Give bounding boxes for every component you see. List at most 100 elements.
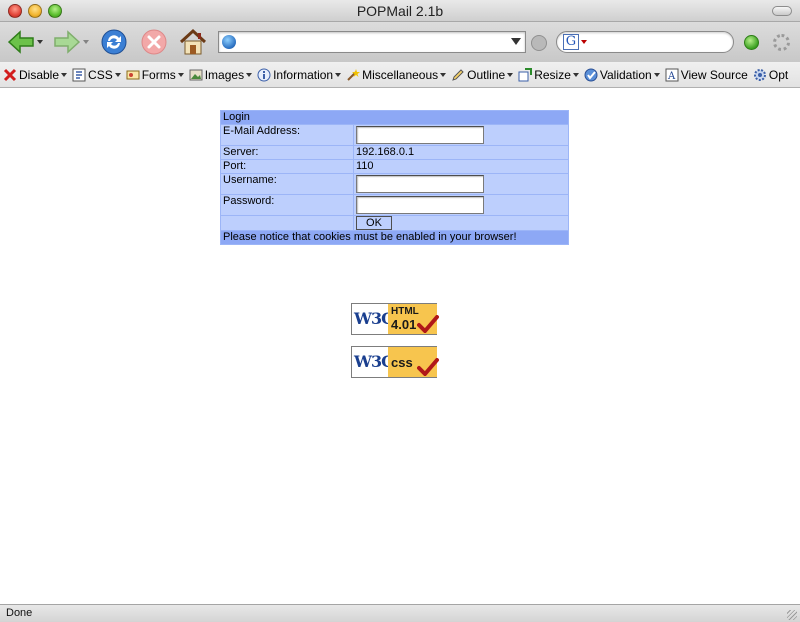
chevron-down-icon: [653, 72, 660, 77]
devbar-item-label: Images: [204, 67, 245, 82]
stop-icon: [141, 29, 167, 55]
navigation-toolbar: G: [0, 22, 800, 62]
email-field[interactable]: [356, 126, 484, 144]
google-icon[interactable]: G: [563, 34, 579, 50]
title-bar: POPMail 2.1b: [0, 0, 800, 22]
ok-button[interactable]: OK: [356, 216, 392, 230]
devbar-item-label: View Source: [680, 67, 748, 82]
back-icon: [7, 30, 34, 54]
status-text: Done: [6, 607, 33, 619]
devbar-item-forms[interactable]: Forms: [126, 68, 184, 82]
page-content: Login E-Mail Address: Server: 192.168.0.…: [0, 88, 800, 604]
url-history-dropdown-icon[interactable]: [511, 38, 521, 45]
reload-icon: [101, 29, 127, 55]
reload-button[interactable]: [98, 26, 130, 58]
css-badge-tag: css: [388, 347, 439, 377]
devbar-item-view-source[interactable]: A View Source: [665, 68, 748, 82]
outline-icon: [451, 68, 465, 82]
chevron-down-icon: [61, 72, 68, 77]
devbar-item-label: Resize: [534, 67, 571, 82]
view-source-icon: A: [665, 68, 679, 82]
checkmark-icon: [417, 358, 439, 376]
devbar-item-label: Validation: [599, 67, 652, 82]
options-icon: [753, 68, 767, 82]
status-bar: Done: [0, 604, 800, 622]
html-badge-line1: HTML: [391, 306, 419, 317]
login-form: Login E-Mail Address: Server: 192.168.0.…: [220, 110, 569, 245]
username-field[interactable]: [356, 175, 484, 193]
images-icon: [189, 68, 203, 82]
w3c-logo: W3C: [354, 309, 394, 328]
forward-icon: [54, 30, 81, 54]
devbar-item-label: Information: [273, 67, 334, 82]
button-cell-spacer: [221, 216, 353, 230]
cookie-notice: Please notice that cookies must be enabl…: [221, 231, 568, 244]
chevron-down-icon: [114, 72, 121, 77]
web-developer-toolbar: Disable CSS Forms Images Information Mis…: [0, 62, 800, 88]
login-header: Login: [221, 111, 568, 124]
email-label: E-Mail Address:: [221, 125, 353, 145]
w3c-logo: W3C: [354, 352, 394, 371]
home-icon: [179, 28, 207, 55]
back-button[interactable]: [6, 26, 44, 58]
chevron-down-icon: [246, 72, 253, 77]
resize-grip-icon[interactable]: [787, 610, 797, 620]
devbar-item-css[interactable]: CSS: [72, 68, 121, 82]
disable-icon: [3, 68, 17, 82]
devbar-item-label: Disable: [19, 67, 60, 82]
devbar-item-outline[interactable]: Outline: [451, 67, 514, 82]
forms-icon: [126, 68, 140, 82]
port-value: 110: [354, 160, 568, 173]
devbar-item-label: Opt: [768, 67, 789, 82]
stop-button[interactable]: [138, 26, 170, 58]
window-title: POPMail 2.1b: [356, 3, 444, 19]
svg-text:A: A: [667, 71, 676, 82]
globe-icon: [222, 35, 236, 49]
search-go-icon[interactable]: [744, 35, 759, 50]
server-value: 192.168.0.1: [354, 146, 568, 159]
chevron-down-icon: [440, 72, 447, 77]
css-badge-label: css: [391, 355, 413, 370]
information-icon: [257, 68, 271, 82]
password-label: Password:: [221, 195, 353, 215]
chevron-down-icon: [335, 72, 342, 77]
toolbar-toggle-button[interactable]: [772, 6, 792, 16]
valid-html-badge[interactable]: W3C HTML 4.01: [351, 303, 439, 335]
devbar-item-label: Outline: [467, 67, 506, 82]
devbar-item-images[interactable]: Images: [189, 67, 253, 82]
forward-button[interactable]: [52, 26, 90, 58]
throbber-icon: [773, 34, 790, 51]
search-box[interactable]: G: [556, 31, 734, 53]
validation-icon: [584, 68, 598, 82]
go-icon[interactable]: [531, 35, 547, 51]
devbar-item-label: Forms: [141, 67, 176, 82]
browser-window: POPMail 2.1b G Disable CSS Forms Images …: [0, 0, 800, 622]
devbar-item-label: CSS: [88, 67, 113, 82]
devbar-item-options[interactable]: Opt: [753, 68, 788, 82]
devbar-item-resize[interactable]: Resize: [518, 67, 579, 82]
devbar-item-miscellaneous[interactable]: Miscellaneous: [346, 67, 447, 82]
html-badge-line2: 4.01: [391, 317, 417, 332]
devbar-item-information[interactable]: Information: [257, 67, 342, 82]
devbar-item-disable[interactable]: Disable: [3, 67, 68, 82]
valid-css-badge[interactable]: W3C css: [351, 346, 439, 378]
miscellaneous-icon: [346, 68, 361, 82]
resize-icon: [518, 67, 533, 82]
checkmark-icon: [417, 315, 439, 333]
devbar-item-validation[interactable]: Validation: [584, 68, 660, 82]
css-icon: [72, 68, 86, 82]
devbar-item-label: Miscellaneous: [362, 67, 439, 82]
html-badge-tag: HTML 4.01: [388, 304, 439, 334]
home-button[interactable]: [176, 26, 210, 58]
port-label: Port:: [221, 160, 353, 173]
search-engine-dropdown-icon[interactable]: [581, 40, 587, 44]
url-bar[interactable]: [218, 31, 526, 53]
back-history-dropdown-icon[interactable]: [37, 40, 43, 44]
chevron-down-icon: [507, 72, 514, 77]
username-label: Username:: [221, 174, 353, 194]
password-field[interactable]: [356, 196, 484, 214]
forward-history-dropdown-icon[interactable]: [83, 40, 89, 44]
chevron-down-icon: [572, 72, 579, 77]
server-label: Server:: [221, 146, 353, 159]
chevron-down-icon: [177, 72, 184, 77]
